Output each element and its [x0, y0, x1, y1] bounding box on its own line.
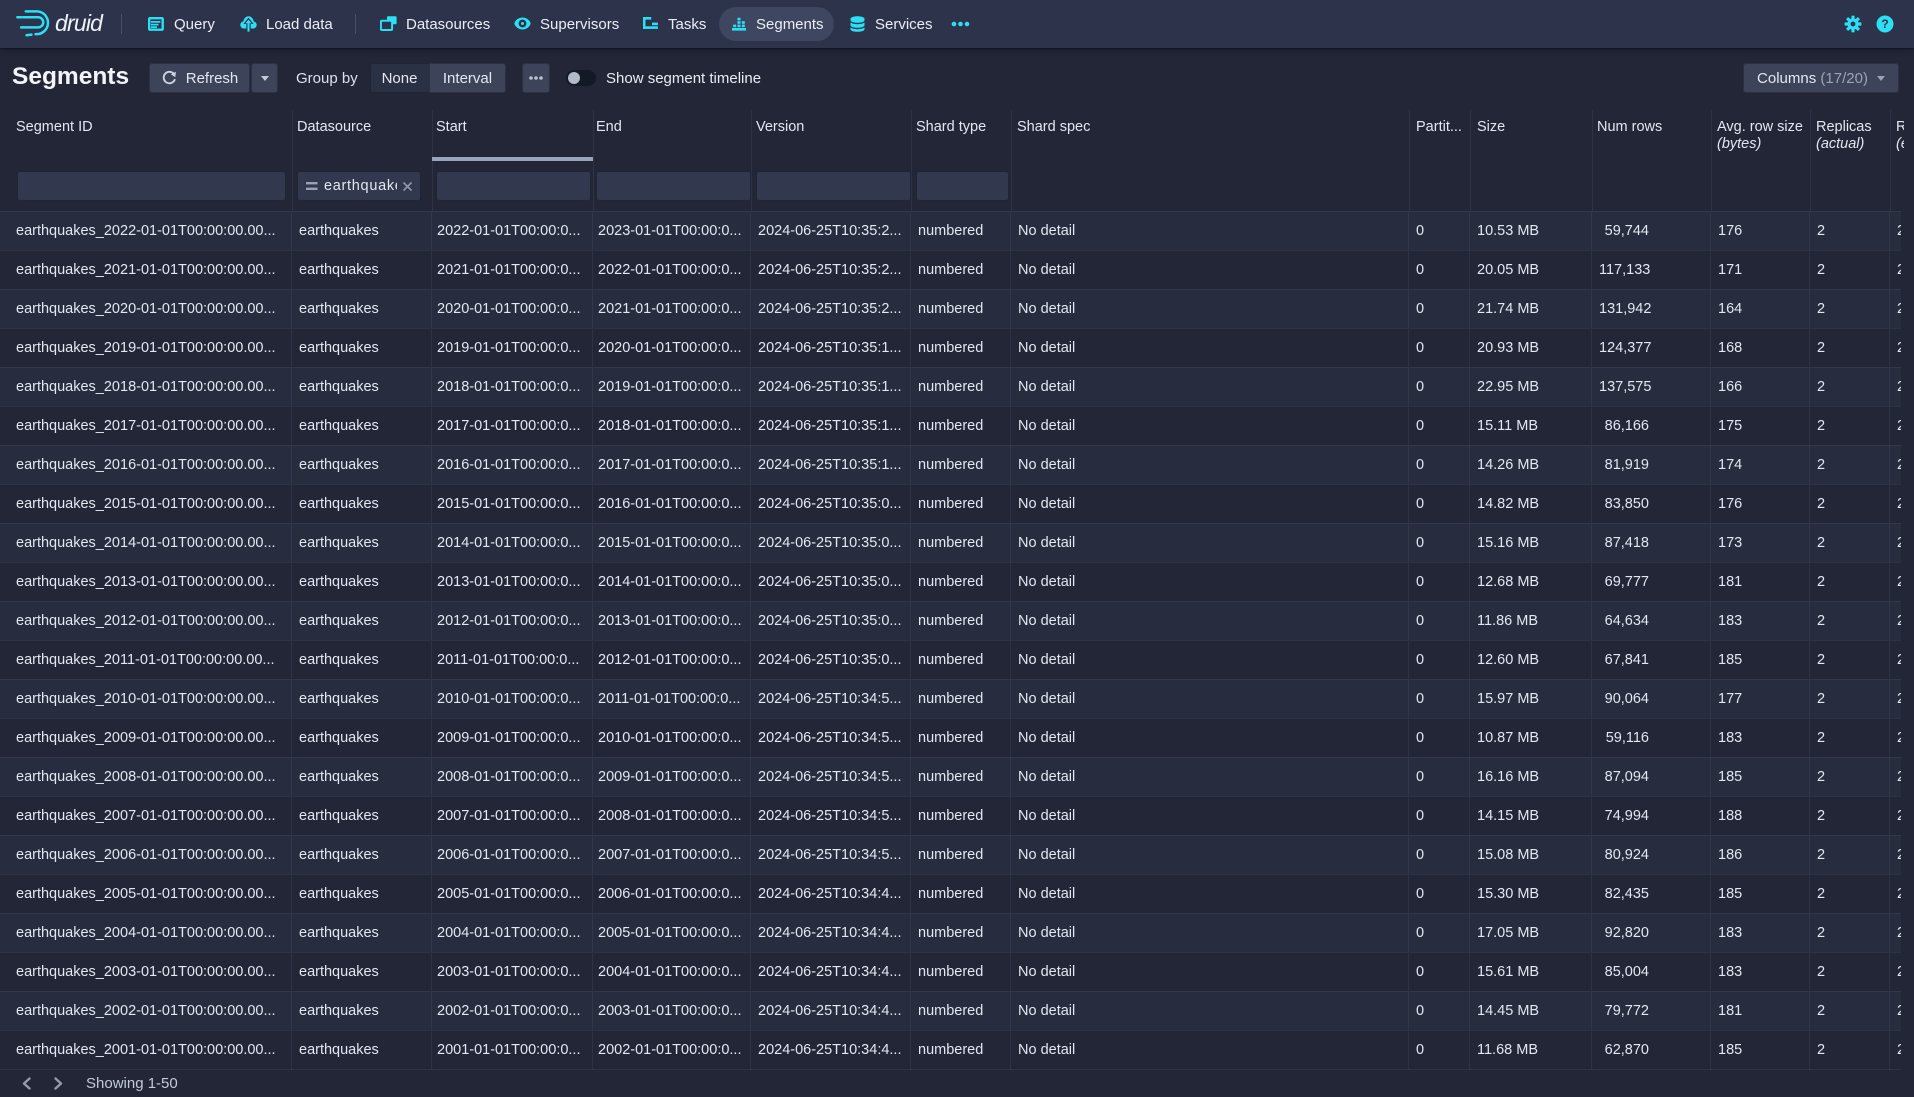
svg-text:?: ? — [1881, 17, 1888, 31]
